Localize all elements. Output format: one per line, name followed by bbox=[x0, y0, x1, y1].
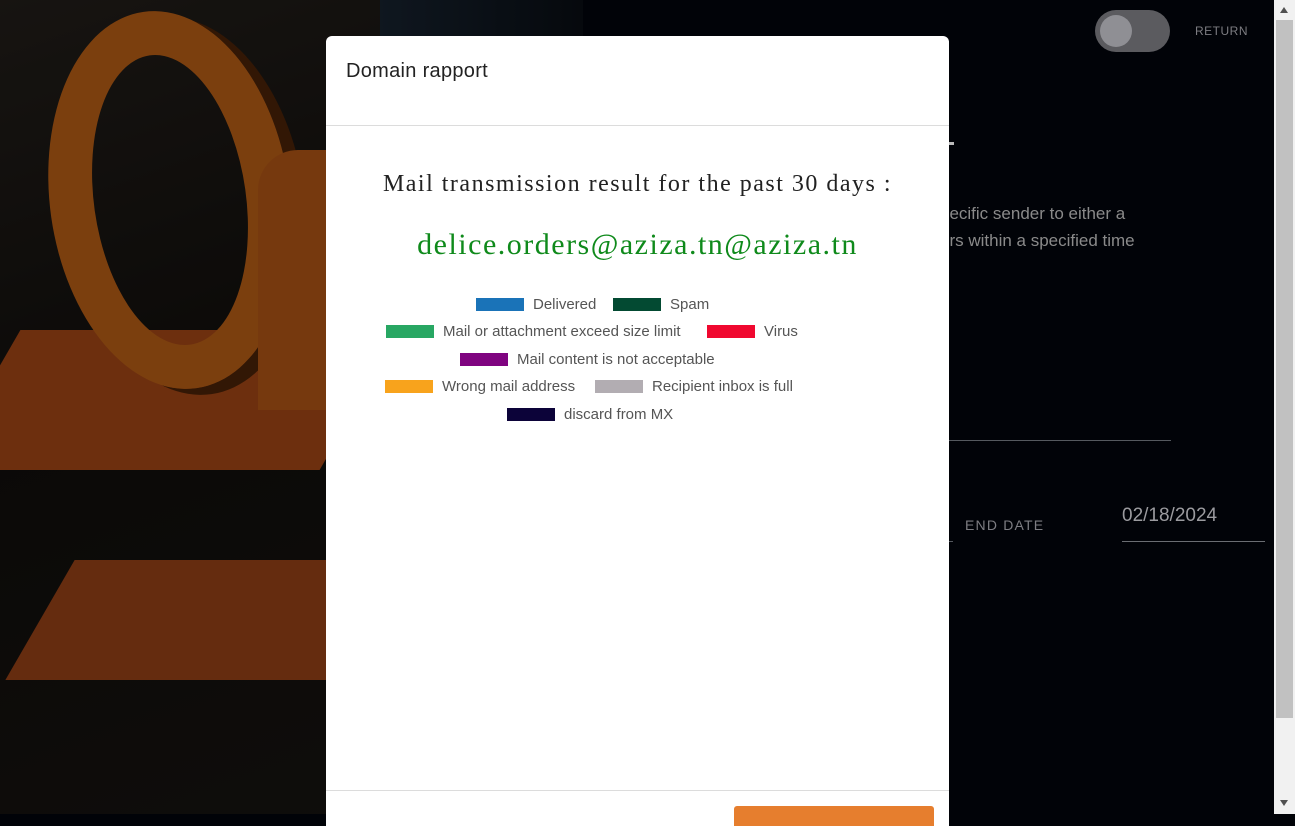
legend-swatch bbox=[385, 380, 433, 394]
legend-item[interactable]: Spam bbox=[613, 294, 709, 314]
modal-title: Domain rapport bbox=[346, 60, 489, 82]
legend-swatch bbox=[507, 407, 555, 421]
legend-label: Wrong mail address bbox=[442, 378, 576, 396]
legend-item[interactable]: Mail content is not acceptable bbox=[460, 349, 715, 369]
legend-item[interactable]: Delivered bbox=[476, 294, 596, 314]
legend-label: Mail or attachment exceed size limit bbox=[443, 323, 681, 341]
modal-header: Domain rapport bbox=[326, 36, 949, 126]
legend-label: Recipient inbox is full bbox=[652, 378, 793, 396]
legend-item[interactable]: discard from MX bbox=[507, 404, 673, 424]
legend-item[interactable]: Virus bbox=[707, 322, 798, 342]
legend-swatch bbox=[595, 380, 643, 394]
legend-swatch bbox=[460, 352, 508, 366]
legend-item[interactable]: Wrong mail address bbox=[385, 377, 575, 397]
domain-report-modal: Domain rapport Mail transmission result … bbox=[326, 36, 949, 826]
modal-close-button[interactable] bbox=[734, 806, 934, 826]
legend-label: Spam bbox=[670, 295, 710, 313]
legend-swatch bbox=[386, 325, 434, 339]
legend-swatch bbox=[476, 297, 524, 311]
scroll-down-arrow-icon[interactable] bbox=[1280, 800, 1288, 806]
legend-label: Virus bbox=[764, 323, 798, 341]
report-heading: Mail transmission result for the past 30… bbox=[382, 171, 893, 197]
modal-footer-divider bbox=[326, 790, 949, 791]
legend-swatch bbox=[613, 297, 661, 311]
legend-item[interactable]: Mail or attachment exceed size limit bbox=[386, 322, 681, 342]
report-email: delice.orders@aziza.tn@aziza.tn bbox=[417, 228, 858, 261]
legend-label: Delivered bbox=[533, 295, 597, 313]
legend-label: discard from MX bbox=[564, 405, 674, 423]
scrollbar-thumb[interactable] bbox=[1276, 20, 1293, 718]
legend-label: Mail content is not acceptable bbox=[517, 350, 715, 368]
chart-legend: Delivered Spam Mail or attachment exceed… bbox=[326, 294, 949, 432]
legend-swatch bbox=[707, 325, 755, 339]
page-scrollbar[interactable] bbox=[1274, 0, 1295, 814]
scroll-up-arrow-icon[interactable] bbox=[1280, 7, 1288, 13]
legend-item[interactable]: Recipient inbox is full bbox=[595, 377, 793, 397]
